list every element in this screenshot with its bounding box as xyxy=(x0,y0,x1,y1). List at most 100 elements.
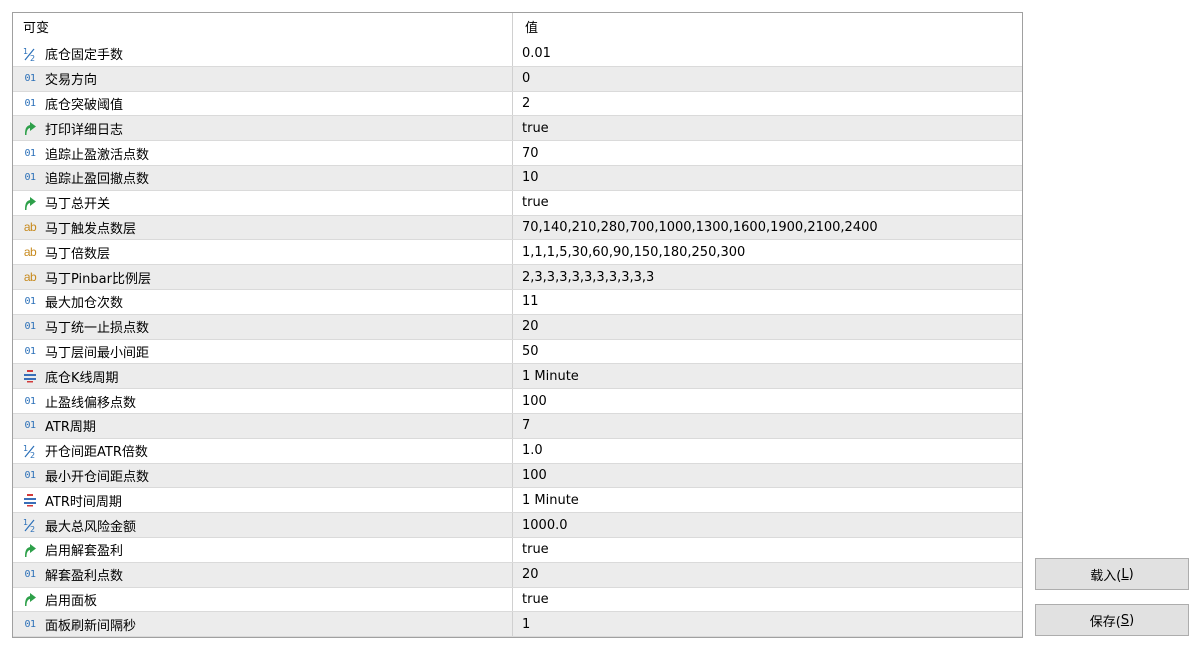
parameter-value-cell[interactable]: 100 xyxy=(513,389,1022,413)
parameter-name-cell[interactable]: 01 ATR周期 xyxy=(13,413,513,438)
parameter-name-cell[interactable]: ab 马丁倍数层 xyxy=(13,240,513,265)
integer-type-icon: 01 xyxy=(24,73,36,85)
table-row[interactable]: 1 2 最大总风险金额 1000.0 xyxy=(13,513,1022,538)
parameter-name: 底仓固定手数 xyxy=(45,48,124,64)
parameter-value-cell[interactable]: 1,1,1,5,30,60,90,150,180,250,300 xyxy=(513,240,1022,264)
parameter-value-cell[interactable]: 0 xyxy=(513,67,1022,91)
svg-text:2: 2 xyxy=(30,525,35,533)
column-header-value[interactable]: 值 xyxy=(513,13,1022,42)
parameter-name-cell[interactable]: 01 止盈线偏移点数 xyxy=(13,389,513,413)
parameter-name-cell[interactable]: 01 马丁层间最小间距 xyxy=(13,339,513,364)
parameter-value-cell[interactable]: 1 Minute xyxy=(513,488,1022,512)
boolean-type-icon xyxy=(21,120,39,136)
parameter-name-cell[interactable]: 01 马丁统一止损点数 xyxy=(13,314,513,339)
column-header-variable[interactable]: 可变 xyxy=(13,13,513,42)
parameter-value: 0.01 xyxy=(522,46,551,62)
parameter-name: 马丁总开关 xyxy=(45,197,111,213)
parameter-value-cell[interactable]: 20 xyxy=(513,563,1022,587)
parameter-name: 马丁统一止损点数 xyxy=(45,321,150,337)
parameter-name-cell[interactable]: 01 最大加仓次数 xyxy=(13,289,513,314)
table-row[interactable]: ab 马丁触发点数层 70,140,210,280,700,1000,1300,16… xyxy=(13,215,1022,241)
parameter-value-cell[interactable]: 1 xyxy=(513,612,1022,636)
parameter-name-cell[interactable]: 01 解套盈利点数 xyxy=(13,562,513,587)
parameter-value-cell[interactable]: 1 Minute xyxy=(513,364,1022,388)
parameter-value: 50 xyxy=(522,343,539,359)
parameter-value-cell[interactable]: 10 xyxy=(513,166,1022,190)
parameter-name-cell[interactable]: 01 最小开仓间距点数 xyxy=(13,463,513,488)
parameter-value-cell[interactable]: true xyxy=(513,191,1022,215)
table-row[interactable]: 01 交易方向 0 xyxy=(13,66,1022,92)
parameter-value-cell[interactable]: 20 xyxy=(513,315,1022,339)
parameter-value-cell[interactable]: 2,3,3,3,3,3,3,3,3,3,3 xyxy=(513,265,1022,289)
parameter-name-cell[interactable]: 01 追踪止盈回撤点数 xyxy=(13,165,513,190)
parameter-value-cell[interactable]: true xyxy=(513,538,1022,562)
parameter-name-cell[interactable]: 1 2 最大总风险金额 xyxy=(13,513,513,537)
integer-type-icon: 01 xyxy=(24,569,36,581)
parameter-value-cell[interactable]: 0.01 xyxy=(513,42,1022,66)
table-row[interactable]: 启用面板 true xyxy=(13,587,1022,613)
enumeration-type-icon xyxy=(21,492,39,508)
table-row[interactable]: 01 马丁层间最小间距 50 xyxy=(13,339,1022,365)
svg-text:1: 1 xyxy=(23,47,28,56)
table-row[interactable]: 01 ATR周期 7 xyxy=(13,413,1022,439)
save-button[interactable]: 保存(S) xyxy=(1035,604,1189,636)
parameter-name-cell[interactable]: 01 交易方向 xyxy=(13,66,513,91)
load-button[interactable]: 载入(L) xyxy=(1035,558,1189,590)
parameter-name-cell[interactable]: 启用解套盈利 xyxy=(13,537,513,562)
table-row[interactable]: ab 马丁倍数层 1,1,1,5,30,60,90,150,180,250,300 xyxy=(13,240,1022,266)
parameter-name-cell[interactable]: 1 2 开仓间距ATR倍数 xyxy=(13,438,513,463)
parameter-value-cell[interactable]: 70 xyxy=(513,141,1022,165)
table-row[interactable]: 打印详细日志 true xyxy=(13,116,1022,142)
parameter-value: 0 xyxy=(522,71,531,87)
table-row[interactable]: 1 2 底仓固定手数 0.01 xyxy=(13,42,1022,67)
parameter-value: 7 xyxy=(522,418,531,434)
parameter-value: true xyxy=(522,195,549,211)
integer-type-icon: 01 xyxy=(24,172,36,184)
parameter-name-cell[interactable]: ATR时间周期 xyxy=(13,488,513,513)
parameter-name-cell[interactable]: 01 追踪止盈激活点数 xyxy=(13,141,513,165)
table-row[interactable]: 01 面板刷新间隔秒 1 xyxy=(13,612,1022,637)
parameter-name-cell[interactable]: 马丁总开关 xyxy=(13,190,513,215)
table-row[interactable]: ab 马丁Pinbar比例层 2,3,3,3,3,3,3,3,3,3,3 xyxy=(13,265,1022,290)
integer-type-icon: 01 xyxy=(24,296,36,308)
table-row[interactable]: 01 止盈线偏移点数 100 xyxy=(13,389,1022,414)
table-row[interactable]: ATR时间周期 1 Minute xyxy=(13,488,1022,514)
table-row[interactable]: 01 马丁统一止损点数 20 xyxy=(13,314,1022,340)
integer-type-icon: 01 xyxy=(24,395,36,407)
parameter-name-cell[interactable]: 打印详细日志 xyxy=(13,116,513,141)
table-row[interactable]: 1 2 开仓间距ATR倍数 1.0 xyxy=(13,438,1022,464)
table-row[interactable]: 启用解套盈利 true xyxy=(13,537,1022,563)
parameter-name: 追踪止盈回撤点数 xyxy=(45,172,150,188)
parameter-value-cell[interactable]: true xyxy=(513,116,1022,140)
table-row[interactable]: 底仓K线周期 1 Minute xyxy=(13,364,1022,390)
parameter-name: 马丁Pinbar比例层 xyxy=(45,271,151,287)
parameter-value-cell[interactable]: 7 xyxy=(513,414,1022,438)
table-row[interactable]: 马丁总开关 true xyxy=(13,190,1022,216)
table-row[interactable]: 01 追踪止盈回撤点数 10 xyxy=(13,165,1022,191)
parameter-value-cell[interactable]: 100 xyxy=(513,464,1022,488)
parameter-name-cell[interactable]: 启用面板 xyxy=(13,587,513,612)
parameter-value-cell[interactable]: 50 xyxy=(513,340,1022,364)
parameter-name-cell[interactable]: ab 马丁触发点数层 xyxy=(13,215,513,240)
parameter-value-cell[interactable]: 11 xyxy=(513,290,1022,314)
parameter-value-cell[interactable]: 1000.0 xyxy=(513,513,1022,537)
parameter-value: 1,1,1,5,30,60,90,150,180,250,300 xyxy=(522,244,746,260)
parameter-value-cell[interactable]: 70,140,210,280,700,1000,1300,1600,1900,2… xyxy=(513,216,1022,240)
table-row[interactable]: 01 最小开仓间距点数 100 xyxy=(13,463,1022,489)
table-row[interactable]: 01 底仓突破阈值 2 xyxy=(13,91,1022,117)
parameter-value-cell[interactable]: 1.0 xyxy=(513,439,1022,463)
parameter-name-cell[interactable]: 底仓K线周期 xyxy=(13,364,513,389)
table-row[interactable]: 01 解套盈利点数 20 xyxy=(13,562,1022,588)
integer-type-icon: 01 xyxy=(24,618,36,630)
parameter-value: 70,140,210,280,700,1000,1300,1600,1900,2… xyxy=(522,219,878,235)
table-row[interactable]: 01 追踪止盈激活点数 70 xyxy=(13,141,1022,166)
parameter-name-cell[interactable]: 01 面板刷新间隔秒 xyxy=(13,612,513,637)
parameter-value-cell[interactable]: 2 xyxy=(513,92,1022,116)
parameter-value-cell[interactable]: true xyxy=(513,588,1022,612)
parameter-name: 启用面板 xyxy=(45,593,98,609)
parameter-name-cell[interactable]: ab 马丁Pinbar比例层 xyxy=(13,265,513,289)
parameter-name-cell[interactable]: 01 底仓突破阈值 xyxy=(13,91,513,116)
parameter-name-cell[interactable]: 1 2 底仓固定手数 xyxy=(13,42,513,66)
table-row[interactable]: 01 最大加仓次数 11 xyxy=(13,289,1022,315)
parameter-name: ATR周期 xyxy=(45,420,96,436)
